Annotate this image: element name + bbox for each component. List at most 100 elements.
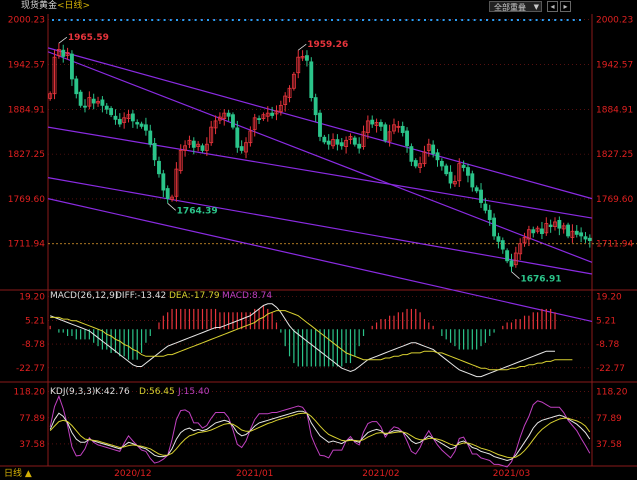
annotation-label: 1764.39 — [177, 206, 218, 216]
candle-body — [409, 146, 414, 162]
candle-body — [200, 145, 205, 151]
kdj-tick-label-left: 118.20 — [14, 388, 46, 398]
event-dot — [442, 19, 445, 21]
candle-body — [587, 237, 592, 241]
event-dot — [238, 19, 240, 21]
event-dot — [498, 19, 501, 21]
price-tick-label-left: 1769.60 — [8, 195, 45, 205]
event-dot — [523, 19, 526, 21]
event-dot — [176, 19, 178, 21]
candle-body — [448, 171, 453, 184]
event-dot — [194, 19, 197, 21]
candle-body — [470, 173, 475, 188]
candle-body — [540, 228, 544, 235]
event-dot — [95, 19, 98, 21]
event-dot — [386, 19, 389, 21]
k-line — [49, 410, 591, 462]
price-tick-label-left: 2000.23 — [8, 16, 45, 26]
candle-body — [574, 230, 579, 235]
candle-body — [479, 189, 483, 203]
event-dot — [188, 19, 191, 21]
candle-body — [435, 152, 440, 161]
event-dot — [430, 19, 433, 21]
event-dot — [535, 19, 538, 21]
period-tab[interactable]: 日线 ▲ — [4, 468, 32, 480]
price-tick-label-left: 1711.94 — [8, 240, 45, 250]
event-dot — [200, 19, 203, 21]
event-dot — [529, 19, 532, 21]
candle-body — [322, 136, 327, 143]
j-line — [49, 394, 591, 468]
event-dot — [337, 19, 340, 21]
event-dot — [405, 19, 408, 21]
price-tick-label-right: 1884.91 — [596, 105, 633, 115]
event-dot — [138, 19, 141, 21]
annotation-pointer — [297, 43, 307, 51]
macd-tick-label-left: 5.21 — [25, 316, 45, 326]
event-dot — [417, 19, 420, 21]
event-dot — [269, 19, 271, 21]
candle-body — [83, 105, 87, 108]
candle-body — [135, 122, 140, 125]
event-dot — [362, 19, 364, 21]
event-dot — [76, 19, 79, 21]
macd-dif-value: DIFF:-13.42 — [115, 291, 166, 301]
event-dot — [473, 19, 476, 21]
chart-window: { "header": { "title": "现货黄金", "period":… — [0, 0, 637, 480]
price-tick-label-right: 1769.60 — [596, 195, 633, 205]
price-tick-label-left: 1884.91 — [8, 105, 45, 115]
macd-tick-label-left: -8.78 — [22, 340, 46, 350]
candle-body — [557, 219, 562, 229]
candle-body — [439, 160, 444, 167]
event-dot — [455, 19, 457, 21]
candle-body — [313, 97, 318, 116]
candle-body — [548, 224, 553, 228]
event-dot — [145, 19, 147, 21]
price-tick-label-left: 1942.57 — [8, 61, 45, 71]
event-dot — [393, 19, 395, 21]
candle-body — [270, 112, 275, 116]
candle-body — [357, 143, 362, 149]
event-dot — [225, 19, 228, 21]
candle-body — [370, 119, 375, 125]
candle-body — [531, 229, 536, 234]
candle-body — [352, 137, 357, 145]
macd-dea-value: DEA:-17.79 — [169, 291, 220, 301]
event-dot — [64, 19, 67, 21]
candle-body — [143, 124, 148, 131]
event-dot — [399, 19, 402, 21]
candle-body — [379, 122, 383, 127]
annotation-pointer — [511, 271, 520, 279]
candle-body — [483, 203, 488, 211]
macd-tick-label-right: 5.21 — [596, 316, 616, 326]
candle-body — [113, 115, 118, 120]
event-dot — [380, 19, 383, 21]
event-dot — [169, 19, 172, 21]
event-dot — [331, 19, 333, 21]
annotation-pointer — [167, 202, 176, 211]
kdj-j-value: J:15.40 — [177, 387, 210, 397]
event-dot — [510, 19, 513, 21]
event-dot — [256, 19, 259, 21]
event-dot — [318, 19, 321, 21]
candle-body — [566, 224, 570, 237]
candle-body — [505, 250, 510, 262]
annotation-label: 1959.26 — [307, 40, 348, 50]
event-dot — [343, 19, 346, 21]
macd-histogram — [49, 305, 556, 367]
event-dot — [300, 19, 302, 21]
annotation-label: 1965.59 — [68, 33, 109, 43]
event-dot — [411, 19, 414, 21]
event-dot — [467, 19, 470, 21]
macd-value: MACD:8.74 — [222, 291, 272, 301]
candle-body — [339, 142, 344, 147]
candle-body — [74, 78, 79, 95]
event-dot — [504, 19, 507, 21]
price-tick-label-right: 1942.57 — [596, 61, 633, 71]
price-tick-label-left: 1827.25 — [8, 150, 45, 160]
chart-canvas: 2000.23 2000.23 1942.57 1942.57 1884.91 1884.… — [0, 14, 637, 479]
event-dot — [579, 19, 581, 21]
kdj-tick-label-right: 37.58 — [596, 440, 622, 450]
event-dot — [89, 19, 92, 21]
event-dot — [207, 19, 209, 21]
